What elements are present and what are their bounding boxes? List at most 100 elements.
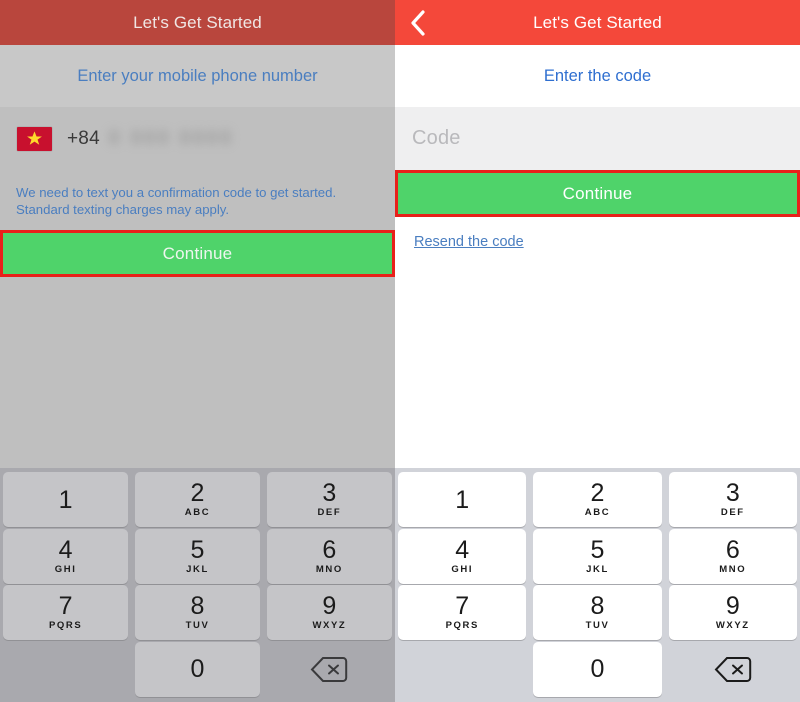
key-1[interactable]: 1 xyxy=(398,472,527,527)
keypad-row: 1 2 ABC 3 DEF xyxy=(398,472,797,527)
key-0[interactable]: 0 xyxy=(533,641,662,697)
key-9[interactable]: 9 WXYZ xyxy=(266,585,392,641)
key-digit: 3 xyxy=(725,479,740,507)
confirmation-helper-text: We need to text you a confirmation code … xyxy=(16,185,337,217)
key-7[interactable]: 7 PQRS xyxy=(398,585,527,641)
right-navbar-title: Let's Get Started xyxy=(533,12,662,32)
key-digit: 4 xyxy=(58,535,73,564)
enter-code-prompt: Enter the code xyxy=(543,66,652,85)
keypad-row: 7 PQRS 8 TUV 9 WXYZ xyxy=(3,585,392,641)
chevron-left-icon[interactable] xyxy=(407,9,429,36)
key-letters: ABC xyxy=(184,507,211,518)
resend-code-link[interactable]: Resend the code xyxy=(414,234,524,250)
left-cta-wrap: Continue xyxy=(0,230,395,277)
key-digit: 1 xyxy=(455,485,470,514)
key-letters: MNO xyxy=(315,563,343,575)
left-prompt-row: Enter your mobile phone number xyxy=(0,45,395,107)
verification-code-screen: Let's Get Started Enter the code Code Co… xyxy=(395,0,800,702)
key-9[interactable]: 9 WXYZ xyxy=(668,585,797,641)
code-input-placeholder: Code xyxy=(412,127,461,149)
key-letters: PQRS xyxy=(445,620,479,632)
key-letters: PQRS xyxy=(48,620,83,632)
key-digit: 2 xyxy=(190,479,205,507)
key-8[interactable]: 8 TUV xyxy=(134,585,261,641)
right-cta-wrap: Continue xyxy=(395,170,800,217)
keypad-row: 4 GHI 5 JKL 6 MNO xyxy=(3,528,392,584)
continue-button-code-label: Continue xyxy=(562,183,633,203)
key-7[interactable]: 7 PQRS xyxy=(3,585,129,641)
keypad-row: 0 xyxy=(3,641,392,697)
continue-button-phone[interactable]: Continue xyxy=(0,230,395,277)
keypad-row: 1 2 ABC 3 DEF xyxy=(3,472,392,527)
enter-phone-prompt: Enter your mobile phone number xyxy=(77,66,318,85)
continue-button-phone-label: Continue xyxy=(162,243,233,263)
right-filler xyxy=(395,251,800,468)
key-digit: 7 xyxy=(455,592,470,621)
key-8[interactable]: 8 TUV xyxy=(533,585,662,641)
right-navbar: Let's Get Started xyxy=(395,0,800,45)
left-filler xyxy=(0,277,395,468)
key-digit: 3 xyxy=(322,479,337,507)
key-digit: 1 xyxy=(58,485,73,514)
key-spacer xyxy=(398,642,526,697)
key-letters: DEF xyxy=(720,507,745,518)
key-digit: 8 xyxy=(190,592,205,621)
key-letters: JKL xyxy=(586,563,609,575)
key-spacer xyxy=(3,642,128,697)
key-6[interactable]: 6 MNO xyxy=(668,528,797,584)
key-letters: GHI xyxy=(54,563,77,575)
key-1[interactable]: 1 xyxy=(3,472,129,527)
key-letters: JKL xyxy=(186,563,209,575)
key-digit: 5 xyxy=(590,535,605,564)
key-3[interactable]: 3 DEF xyxy=(668,472,797,527)
helper-text-block: We need to text you a confirmation code … xyxy=(0,170,395,230)
key-5[interactable]: 5 JKL xyxy=(533,528,662,584)
continue-button-code[interactable]: Continue xyxy=(395,170,800,217)
key-letters: MNO xyxy=(719,563,747,575)
key-digit: 6 xyxy=(725,535,740,564)
keypad-row: 0 xyxy=(398,641,797,697)
right-prompt-row: Enter the code xyxy=(395,45,800,107)
backspace-delete-icon[interactable] xyxy=(267,642,392,697)
resend-wrap: Resend the code xyxy=(395,217,800,251)
left-navbar: Let's Get Started xyxy=(0,0,395,45)
key-letters: WXYZ xyxy=(312,620,347,632)
key-6[interactable]: 6 MNO xyxy=(266,528,392,584)
phone-number-value-blurred: 0 000 0000 xyxy=(108,127,234,149)
key-letters: TUV xyxy=(585,620,610,632)
vietnam-flag-icon[interactable] xyxy=(17,126,52,151)
key-digit: 9 xyxy=(725,592,740,621)
dial-code-label: +84 xyxy=(67,127,100,149)
key-digit: 0 xyxy=(190,655,205,684)
key-digit: 4 xyxy=(455,535,470,564)
key-digit: 5 xyxy=(190,535,205,564)
key-letters: ABC xyxy=(584,507,611,518)
key-letters: TUV xyxy=(185,620,210,632)
code-input-field[interactable]: Code xyxy=(395,107,800,170)
phone-number-screen: Let's Get Started Enter your mobile phon… xyxy=(0,0,395,702)
key-0[interactable]: 0 xyxy=(134,641,261,697)
key-digit: 9 xyxy=(322,592,337,621)
phone-number-field[interactable]: +84 0 000 0000 xyxy=(0,107,395,170)
key-letters: DEF xyxy=(317,507,342,518)
key-digit: 0 xyxy=(590,655,605,684)
screenshot-root: Let's Get Started Enter your mobile phon… xyxy=(0,0,800,702)
keypad-row: 4 GHI 5 JKL 6 MNO xyxy=(398,528,797,584)
left-numeric-keypad: 1 2 ABC 3 DEF 4 GHI 5 JKL 6 MNO 7 PQRS 8… xyxy=(0,468,395,702)
key-2[interactable]: 2 ABC xyxy=(533,472,662,527)
backspace-delete-icon[interactable] xyxy=(669,642,797,697)
key-letters: WXYZ xyxy=(715,620,750,632)
key-digit: 7 xyxy=(58,592,73,621)
key-digit: 8 xyxy=(590,592,605,621)
left-navbar-title: Let's Get Started xyxy=(133,12,262,32)
key-5[interactable]: 5 JKL xyxy=(134,528,261,584)
key-4[interactable]: 4 GHI xyxy=(398,528,527,584)
key-digit: 6 xyxy=(322,535,337,564)
key-4[interactable]: 4 GHI xyxy=(3,528,129,584)
right-numeric-keypad: 1 2 ABC 3 DEF 4 GHI 5 JKL 6 MNO 7 PQRS 8… xyxy=(395,468,800,702)
key-letters: GHI xyxy=(451,563,474,575)
keypad-row: 7 PQRS 8 TUV 9 WXYZ xyxy=(398,585,797,641)
key-3[interactable]: 3 DEF xyxy=(266,472,392,527)
key-2[interactable]: 2 ABC xyxy=(134,472,261,527)
key-digit: 2 xyxy=(590,479,605,507)
